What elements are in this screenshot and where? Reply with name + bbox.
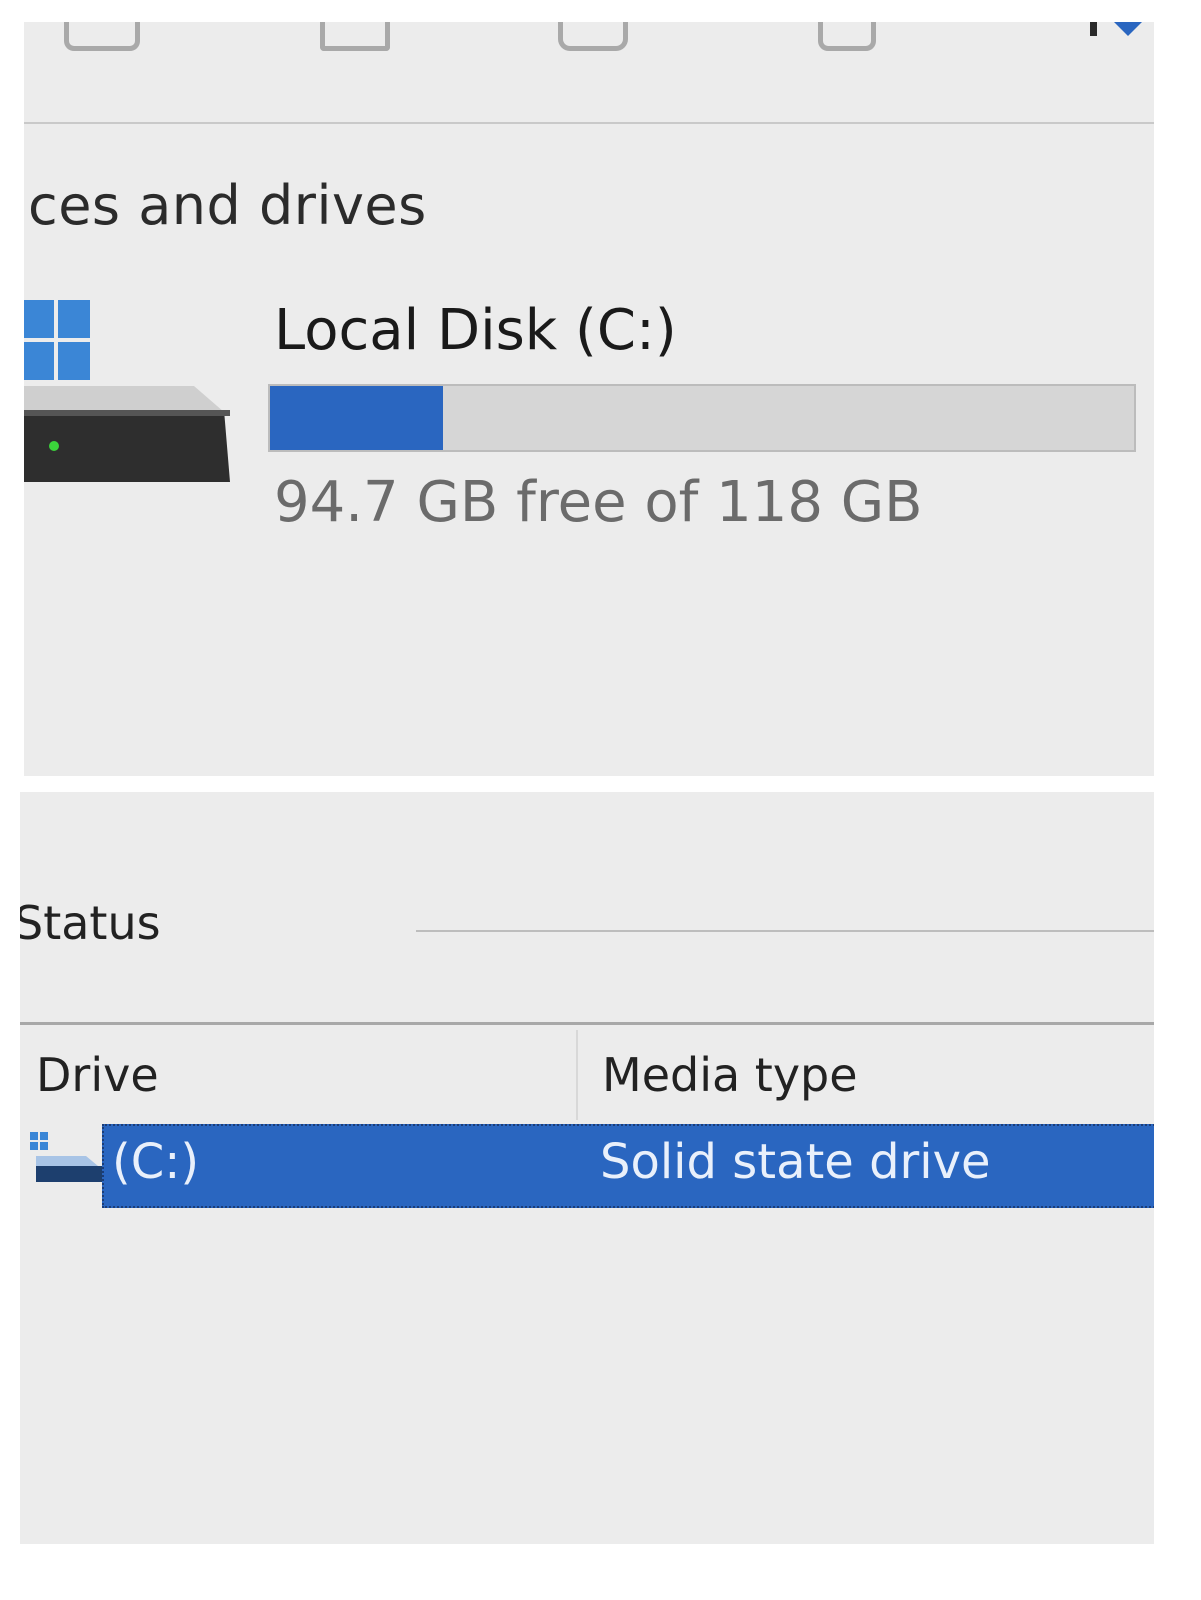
column-header-media-type[interactable]: Media type — [602, 1048, 858, 1102]
toolbar-divider — [24, 122, 1154, 124]
table-row[interactable]: (C:) Solid state drive — [20, 1122, 1154, 1208]
toolbar-icon-3[interactable] — [558, 22, 628, 51]
column-header-drive[interactable]: Drive — [36, 1048, 159, 1102]
toolbar-icon-1[interactable] — [64, 22, 140, 51]
disk-usage-bar — [268, 384, 1136, 452]
section-title: ces and drives — [28, 174, 427, 237]
toolbar-icon-4[interactable] — [818, 22, 876, 51]
column-separator[interactable] — [576, 1030, 578, 1120]
list-border — [20, 1022, 1154, 1025]
disk-usage-fill — [270, 386, 443, 450]
optimize-drives-panel: Status Drive Media type (C:) Solid state… — [20, 792, 1154, 1544]
chevron-down-icon[interactable] — [1084, 22, 1154, 40]
drive-icon — [30, 1132, 102, 1182]
status-group-label: Status — [20, 896, 161, 950]
toolbar — [24, 22, 1154, 122]
devices-and-drives-panel: ces and drives Local Disk (C:) 94.7 GB f… — [24, 22, 1154, 776]
drive-name[interactable]: Local Disk (C:) — [274, 298, 677, 363]
status-group-line — [416, 930, 1154, 932]
cell-media-type: Solid state drive — [600, 1134, 991, 1190]
toolbar-icon-2[interactable] — [320, 22, 390, 51]
free-space-text: 94.7 GB free of 118 GB — [274, 470, 923, 535]
cell-drive: (C:) — [112, 1134, 200, 1190]
hard-drive-icon — [24, 296, 234, 482]
